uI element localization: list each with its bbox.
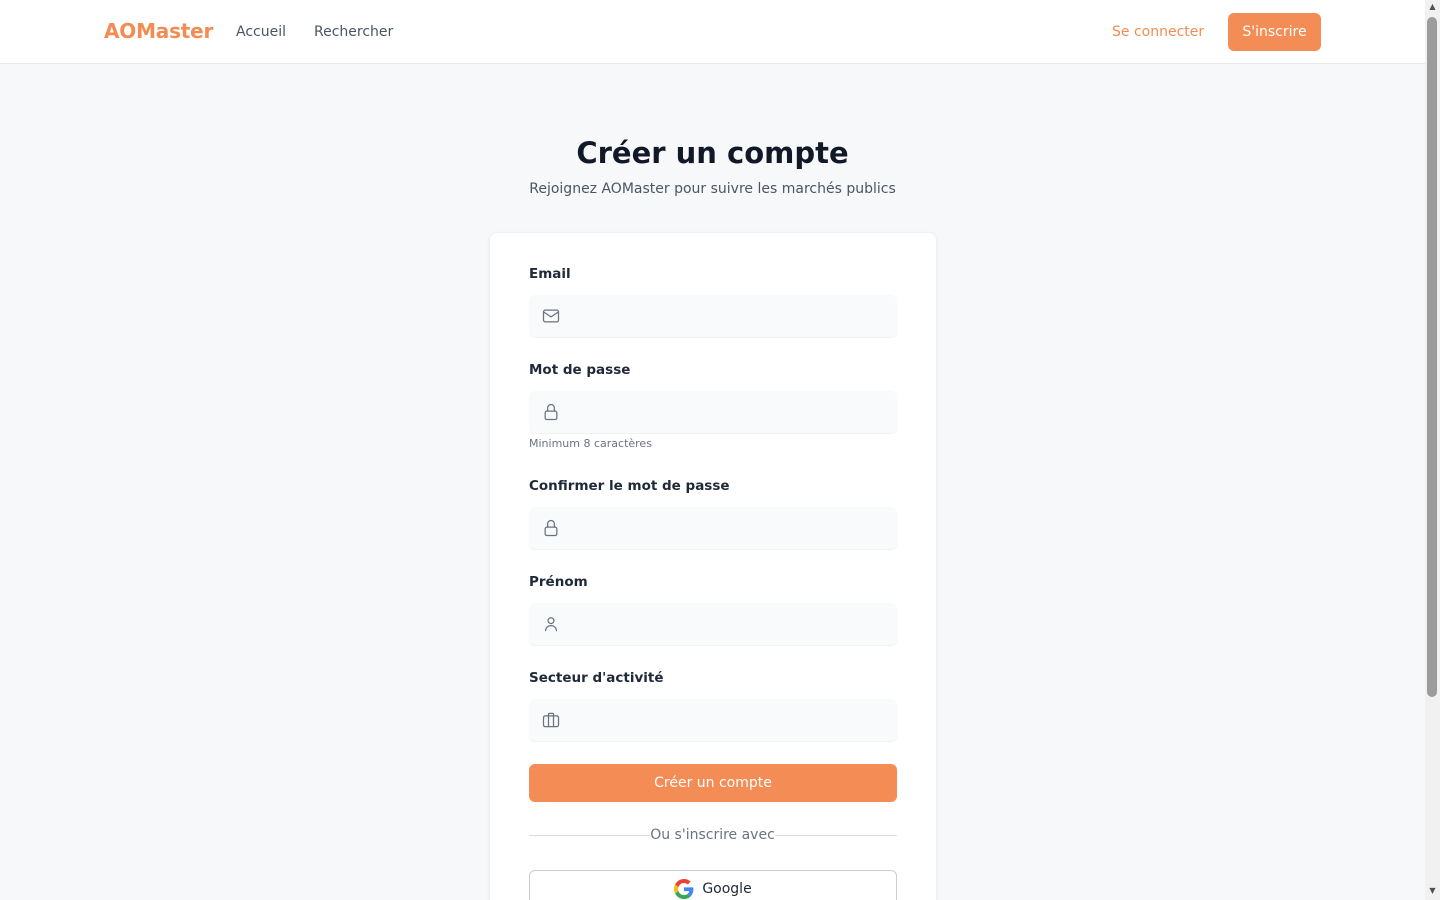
social-divider-text: Ou s'inscrire avec (650, 827, 775, 843)
divider-line-right (775, 835, 897, 836)
user-icon (541, 614, 561, 634)
lock-icon (541, 402, 561, 422)
password-field-wrapper (529, 391, 897, 433)
email-input[interactable] (529, 295, 897, 337)
scroll-thumb[interactable] (1427, 17, 1437, 697)
first-name-field-wrapper (529, 603, 897, 645)
confirm-password-label: Confirmer le mot de passe (529, 478, 730, 494)
scroll-down-arrow-icon[interactable]: ▼ (1428, 886, 1437, 895)
create-account-button[interactable]: Créer un compte (529, 764, 897, 802)
google-icon (674, 879, 694, 899)
login-link[interactable]: Se connecter (1112, 24, 1204, 40)
signup-button[interactable]: S'inscrire (1228, 13, 1321, 51)
scroll-up-arrow-icon[interactable]: ▲ (1428, 2, 1437, 11)
sector-input[interactable] (529, 699, 897, 741)
brand-logo[interactable]: AOMaster (104, 19, 213, 43)
confirm-password-field-wrapper (529, 507, 897, 549)
page-title: Créer un compte (576, 136, 849, 170)
top-navbar: AOMaster Accueil Rechercher Se connecter… (0, 0, 1425, 64)
page-scrollbar[interactable]: ▲ ▼ (1425, 0, 1440, 900)
nav-link-home[interactable]: Accueil (236, 24, 286, 40)
divider-line-left (529, 835, 650, 836)
password-label: Mot de passe (529, 362, 631, 378)
google-signup-button[interactable]: Google (529, 870, 897, 900)
google-label: Google (702, 881, 752, 897)
password-input[interactable] (529, 391, 897, 433)
sector-field-wrapper (529, 699, 897, 741)
email-label: Email (529, 266, 571, 282)
mail-icon (541, 306, 561, 326)
sector-label: Secteur d'activité (529, 670, 664, 686)
confirm-password-input[interactable] (529, 507, 897, 549)
email-field-wrapper (529, 295, 897, 337)
nav-link-search[interactable]: Rechercher (314, 24, 393, 40)
first-name-input[interactable] (529, 603, 897, 645)
briefcase-icon (541, 710, 561, 730)
first-name-label: Prénom (529, 574, 588, 590)
lock-icon (541, 518, 561, 538)
page-subtitle: Rejoignez AOMaster pour suivre les march… (529, 181, 896, 197)
password-hint: Minimum 8 caractères (529, 437, 652, 450)
